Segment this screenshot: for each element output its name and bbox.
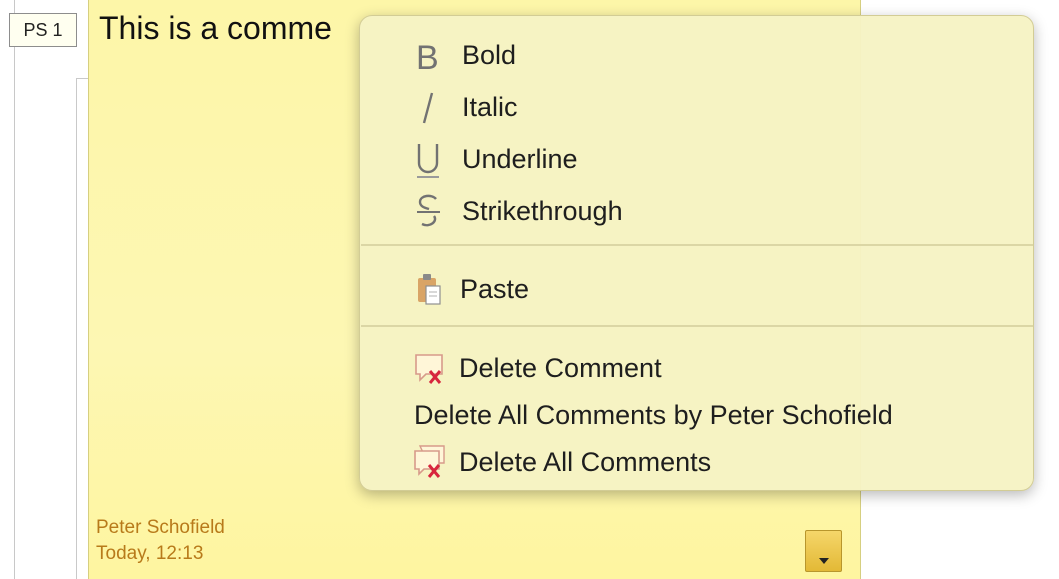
menu-item-label: Underline — [462, 144, 578, 174]
menu-item-underline[interactable]: Underline — [360, 135, 1033, 183]
menu-item-label: Delete Comment — [459, 353, 662, 383]
menu-item-delete-all-comments[interactable]: Delete All Comments — [360, 438, 1033, 486]
comment-text[interactable]: This is a comme — [99, 10, 332, 47]
comment-author: Peter Schofield — [96, 517, 225, 538]
delete-all-comments-icon — [412, 438, 446, 486]
italic-icon — [412, 83, 446, 131]
comment-menu-button[interactable] — [805, 530, 842, 572]
menu-item-italic[interactable]: Italic — [360, 83, 1033, 131]
menu-item-label: Delete All Comments by Peter Schofield — [414, 400, 893, 430]
menu-item-label: Italic — [462, 92, 518, 122]
chevron-down-icon — [819, 558, 829, 564]
menu-item-label: Bold — [462, 40, 517, 70]
menu-item-label: Paste — [460, 274, 530, 304]
strikethrough-icon — [412, 187, 446, 235]
menu-item-delete-all-by-author[interactable]: Delete All Comments by Peter Schofield — [360, 391, 1033, 439]
delete-comment-icon — [412, 344, 446, 392]
comment-anchor-label[interactable]: PS 1 — [9, 13, 77, 47]
menu-item-paste[interactable]: Paste — [360, 265, 1033, 313]
menu-separator — [361, 325, 1033, 327]
menu-item-strikethrough[interactable]: Strikethrough — [360, 187, 1033, 235]
page-boundary-line — [76, 78, 77, 579]
menu-item-bold[interactable]: B Bold — [360, 31, 1033, 79]
context-menu: B Bold Italic Underline Strikethrough Pa… — [359, 15, 1034, 491]
svg-text:B: B — [416, 39, 439, 77]
page-margin — [0, 0, 15, 579]
menu-item-label: Strikethrough — [462, 196, 623, 226]
paste-icon — [412, 265, 446, 313]
menu-item-label: Delete All Comments — [459, 447, 712, 477]
menu-item-delete-comment[interactable]: Delete Comment — [360, 344, 1033, 392]
menu-separator — [361, 244, 1033, 246]
comment-date: Today, 12:13 — [96, 543, 204, 564]
bold-icon: B — [412, 31, 446, 79]
underline-icon — [412, 135, 446, 183]
